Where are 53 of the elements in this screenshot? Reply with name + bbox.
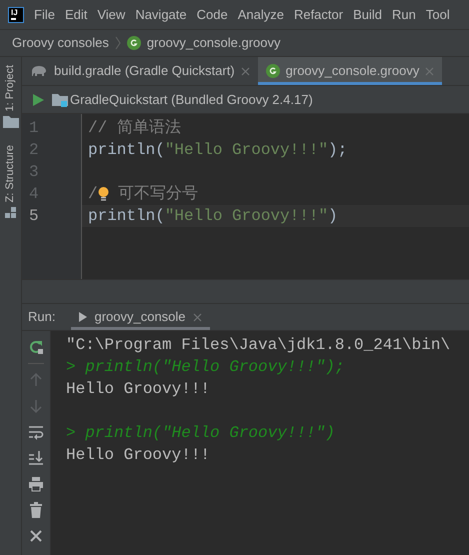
rerun-icon[interactable] bbox=[28, 339, 44, 355]
lightbulb-icon[interactable] bbox=[98, 186, 109, 202]
groovy-file-icon bbox=[126, 36, 141, 50]
play-icon bbox=[79, 312, 88, 322]
menu-item[interactable]: File bbox=[34, 4, 55, 24]
folder-icon bbox=[2, 115, 18, 130]
run-panel-label: Run: bbox=[28, 308, 56, 326]
run-icon[interactable] bbox=[32, 94, 44, 106]
editor-tab[interactable]: groovy_console.groovy bbox=[258, 57, 442, 85]
menu-item[interactable]: Navigate bbox=[135, 4, 187, 24]
code-comment: // 简单语法 bbox=[88, 118, 181, 139]
breadcrumb[interactable]: groovy_console.groovy bbox=[146, 33, 281, 53]
code-text: ); bbox=[328, 140, 348, 161]
trash-icon[interactable] bbox=[28, 502, 44, 518]
console-output: Hello Groovy!!! bbox=[66, 379, 210, 400]
console-echo-text: > println("Hello Groovy!!!"); bbox=[66, 357, 344, 378]
scroll-to-end-icon[interactable] bbox=[28, 450, 44, 466]
tab-label: groovy_console.groovy bbox=[286, 62, 420, 80]
groovy-file-icon bbox=[266, 64, 280, 78]
editor-tab[interactable]: build.gradle (Gradle Quickstart) bbox=[22, 57, 258, 85]
menu-item[interactable]: Edit bbox=[64, 4, 88, 24]
console-line: "C:\Program Files\Java\jdk1.8.0_241\bin\ bbox=[66, 335, 450, 356]
menu-item[interactable]: Build bbox=[353, 4, 382, 24]
soft-wrap-icon[interactable] bbox=[28, 424, 44, 440]
close-icon[interactable] bbox=[28, 528, 44, 544]
run-tab-label: groovy_console bbox=[94, 308, 186, 326]
menu-item[interactable]: Tool bbox=[426, 4, 450, 24]
elephant-icon bbox=[30, 64, 48, 78]
console-echo-text: > println("Hello Groovy!!!") bbox=[66, 423, 335, 444]
tool-window-tab[interactable]: Z: Structure bbox=[2, 145, 19, 203]
code-text: println( bbox=[88, 140, 165, 161]
breadcrumb[interactable]: Groovy consoles bbox=[12, 33, 109, 53]
code-comment: 可不写分号 bbox=[117, 184, 198, 205]
menu-item[interactable]: Analyze bbox=[238, 4, 284, 24]
code-comment: / bbox=[88, 184, 98, 205]
code-text: println( bbox=[88, 206, 165, 227]
code-text: ) bbox=[328, 206, 338, 227]
tool-window-tab[interactable]: 1: Project bbox=[2, 65, 19, 112]
tab-label: build.gradle (Gradle Quickstart) bbox=[54, 62, 235, 80]
structure-icon bbox=[4, 206, 16, 219]
console-output: Hello Groovy!!! bbox=[66, 445, 210, 466]
menu-item[interactable]: Run bbox=[392, 4, 416, 24]
run-configuration[interactable]: GradleQuickstart (Bundled Groovy 2.4.17) bbox=[70, 90, 313, 110]
string-literal: "Hello Groovy!!!" bbox=[164, 140, 328, 161]
print-icon[interactable] bbox=[28, 476, 44, 492]
app-logo: IJ bbox=[8, 6, 24, 22]
menu-item[interactable]: Refactor bbox=[294, 4, 344, 24]
line-number: 5 bbox=[29, 206, 39, 227]
module-folder-icon bbox=[52, 92, 68, 106]
string-literal: "Hello Groovy!!!" bbox=[164, 206, 328, 227]
menu-item[interactable]: View bbox=[97, 4, 126, 24]
chevron-icon bbox=[114, 36, 121, 50]
menu-item[interactable]: Code bbox=[196, 4, 228, 24]
